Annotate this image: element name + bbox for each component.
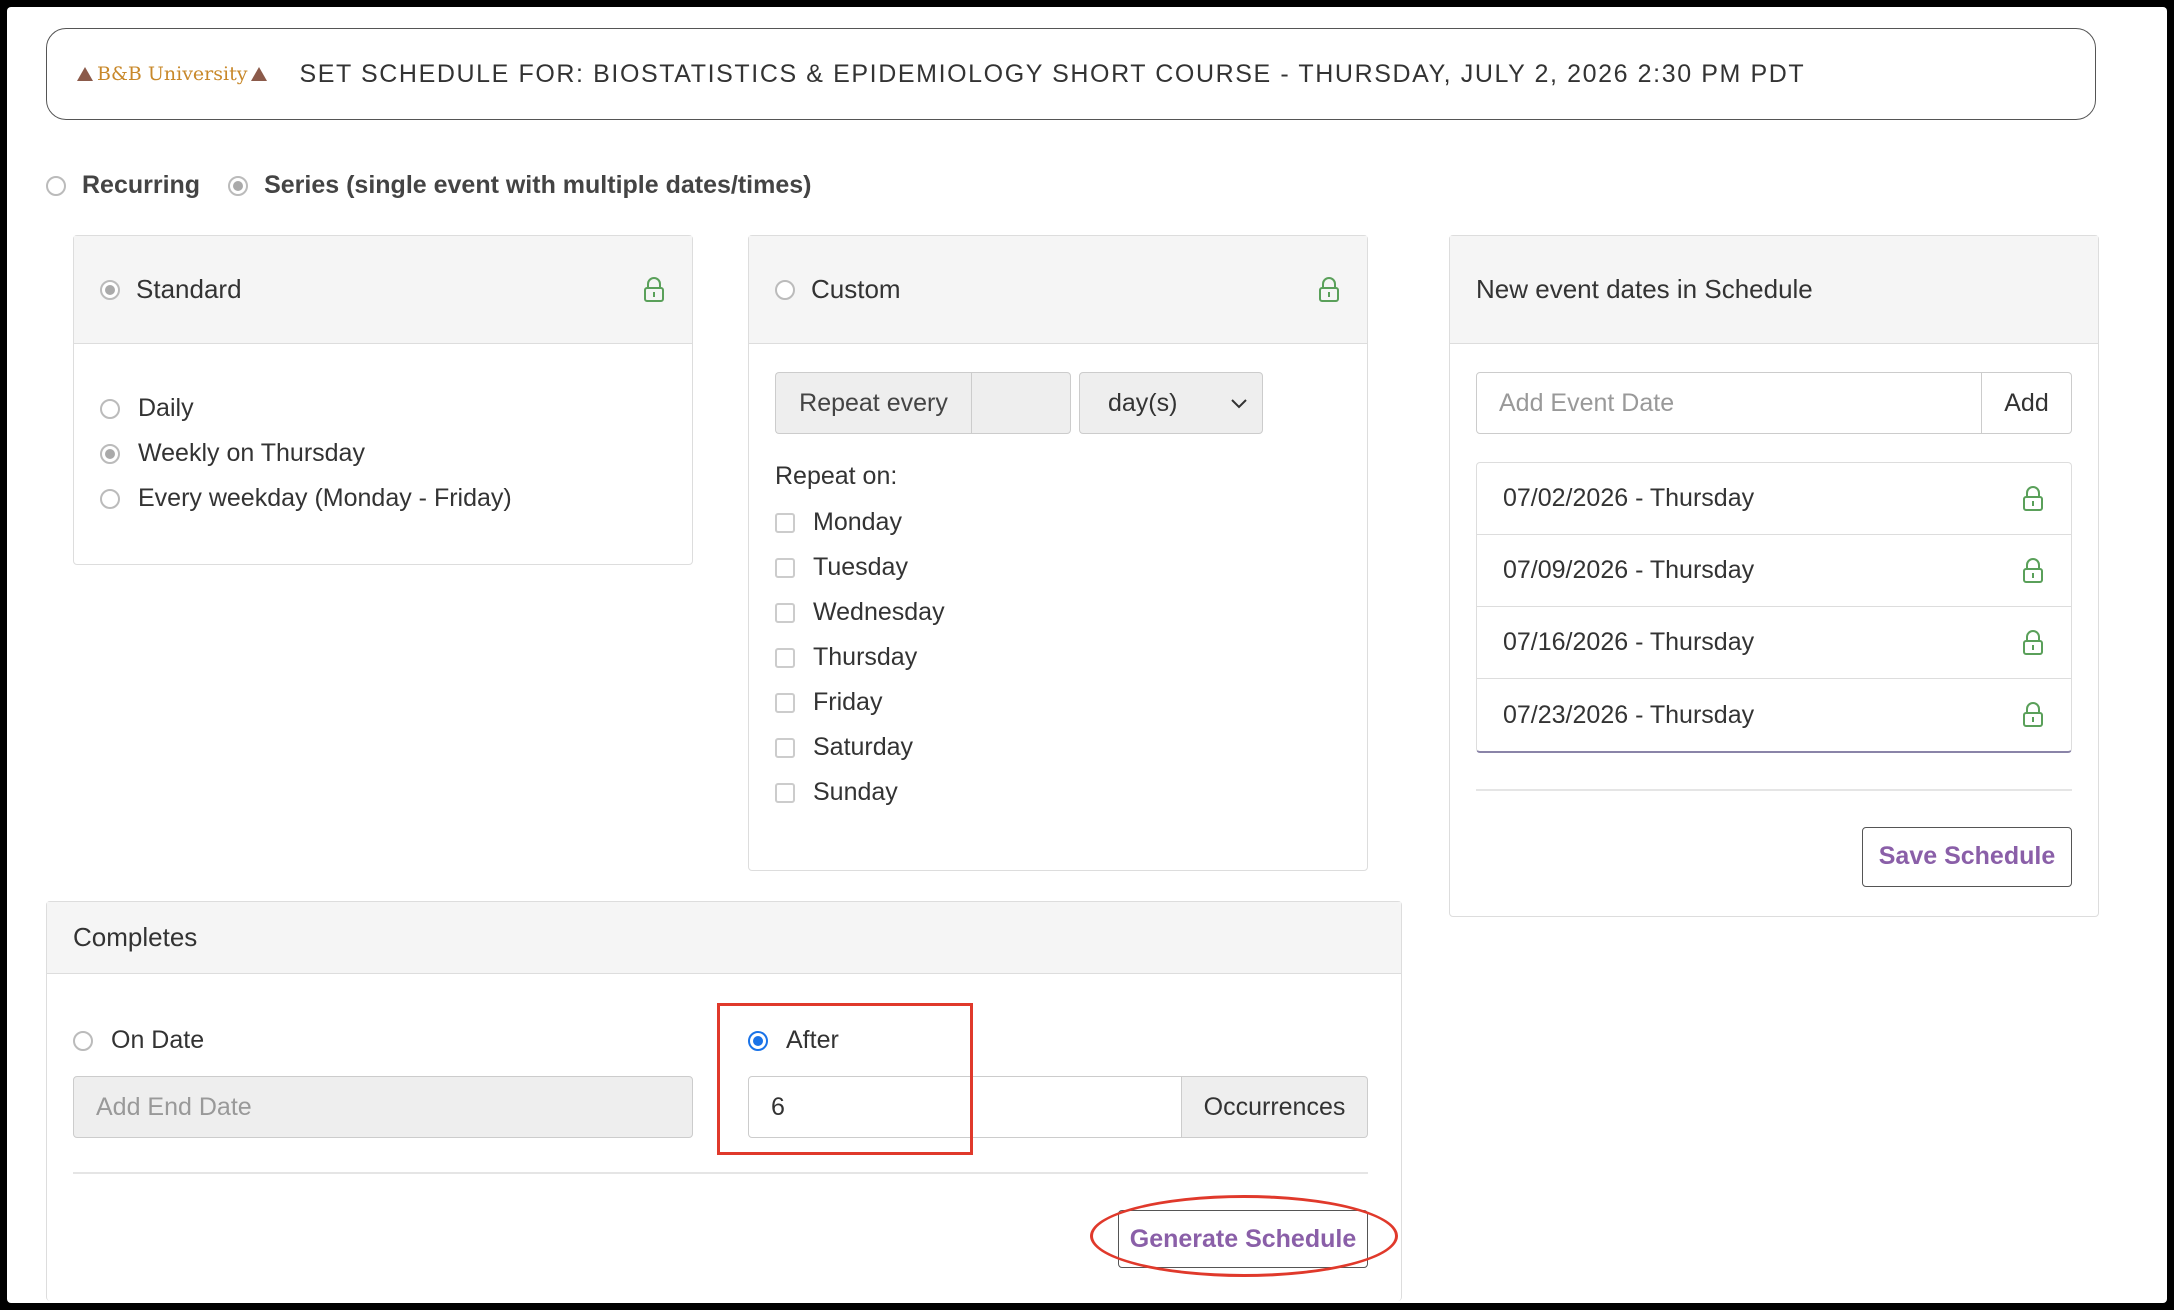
event-dates-list: 07/02/2026 - Thursday 07/09/2026 - Thursd… — [1476, 462, 2072, 753]
lock-icon — [2023, 485, 2043, 511]
day-option-sunday[interactable]: Sunday — [775, 770, 1341, 815]
daily-radio[interactable] — [100, 398, 120, 419]
custom-radio[interactable] — [775, 279, 795, 300]
add-date-group: Add Event Date Add — [1476, 372, 2072, 434]
day-checkbox[interactable] — [775, 782, 795, 803]
day-label: Wednesday — [813, 598, 945, 626]
series-label: Series (single event with multiple dates… — [264, 171, 812, 199]
option-daily[interactable]: Daily — [100, 386, 666, 431]
logo-text: B&B University — [97, 63, 248, 85]
repeat-every-group: Repeat every day(s) — [775, 372, 1341, 434]
logo-triangle-right-icon — [251, 67, 268, 81]
repeat-unit-value: day(s) — [1108, 388, 1178, 417]
day-checkbox[interactable] — [775, 602, 795, 623]
day-option-saturday[interactable]: Saturday — [775, 725, 1341, 770]
add-date-button[interactable]: Add — [1982, 372, 2072, 434]
on-date-option[interactable]: On Date — [73, 1018, 204, 1063]
schedule-panel: New event dates in Schedule Add Event Da… — [1449, 235, 2099, 917]
day-checkbox[interactable] — [775, 647, 795, 668]
day-option-tuesday[interactable]: Tuesday — [775, 545, 1341, 590]
day-checkbox[interactable] — [775, 737, 795, 758]
series-option[interactable]: Series (single event with multiple dates… — [228, 171, 811, 200]
page: B&B University SET SCHEDULE FOR: BIOSTAT… — [7, 7, 2167, 1303]
daily-label: Daily — [138, 394, 194, 422]
day-label: Friday — [813, 688, 883, 716]
completes-panel-header: Completes — [47, 902, 1401, 974]
on-date-radio[interactable] — [73, 1030, 93, 1051]
repeat-every-input[interactable] — [971, 372, 1071, 434]
day-checkbox[interactable] — [775, 692, 795, 713]
repeat-unit-select[interactable]: day(s) — [1079, 372, 1263, 434]
weekly-radio[interactable] — [100, 443, 120, 464]
standard-panel: Standard Daily Weekly on Thursday Every … — [73, 235, 693, 565]
schedule-panel-header: New event dates in Schedule — [1450, 236, 2098, 344]
weekly-label: Weekly on Thursday — [138, 439, 365, 467]
option-weekday[interactable]: Every weekday (Monday - Friday) — [100, 476, 666, 521]
day-label: Saturday — [813, 733, 914, 761]
recurring-label: Recurring — [82, 171, 201, 199]
lock-icon — [1319, 276, 1339, 302]
divider — [1476, 789, 2072, 791]
event-date-item[interactable]: 07/02/2026 - Thursday — [1477, 463, 2071, 535]
weekday-radio[interactable] — [100, 488, 120, 509]
schedule-title: New event dates in Schedule — [1476, 274, 1813, 304]
day-checkbox[interactable] — [775, 557, 795, 578]
schedule-mode-group: Recurring Series (single event with mult… — [46, 171, 839, 200]
highlight-box-annotation — [717, 1003, 973, 1155]
on-date-label: On Date — [111, 1026, 205, 1054]
standard-radio[interactable] — [100, 279, 120, 300]
lock-icon — [2023, 702, 2043, 727]
custom-title: Custom — [811, 274, 901, 304]
repeat-days-list: Monday Tuesday Wednesday Thursday Friday Satu… — [775, 500, 1341, 815]
occurrences-label: Occurrences — [1182, 1076, 1368, 1138]
event-date-label: 07/09/2026 - Thursday — [1503, 556, 1755, 584]
highlight-ellipse-annotation — [1090, 1195, 1398, 1277]
recurring-radio[interactable] — [46, 175, 66, 196]
lock-icon — [2023, 557, 2043, 583]
event-date-item[interactable]: 07/09/2026 - Thursday — [1477, 535, 2071, 607]
event-date-label: 07/16/2026 - Thursday — [1503, 628, 1755, 656]
chevron-down-icon — [1231, 399, 1247, 409]
lock-icon — [2023, 629, 2043, 655]
day-checkbox[interactable] — [775, 512, 795, 533]
lock-icon — [644, 276, 664, 302]
university-logo: B&B University — [77, 63, 268, 85]
custom-panel: Custom Repeat every day(s) Repeat on: Mo… — [748, 235, 1368, 871]
day-label: Monday — [813, 508, 902, 536]
custom-panel-header: Custom — [749, 236, 1367, 344]
save-schedule-button[interactable]: Save Schedule — [1862, 826, 2072, 887]
option-weekly[interactable]: Weekly on Thursday — [100, 431, 666, 476]
weekday-label: Every weekday (Monday - Friday) — [138, 484, 512, 512]
day-option-thursday[interactable]: Thursday — [775, 635, 1341, 680]
repeat-on-label: Repeat on: — [775, 462, 898, 490]
day-label: Thursday — [813, 643, 918, 671]
event-date-label: 07/23/2026 - Thursday — [1503, 700, 1755, 729]
add-event-date-input[interactable]: Add Event Date — [1476, 372, 1982, 434]
standard-title: Standard — [136, 274, 242, 304]
completes-title: Completes — [73, 922, 198, 952]
header-bar: B&B University SET SCHEDULE FOR: BIOSTAT… — [46, 28, 2096, 120]
recurring-option[interactable]: Recurring — [46, 171, 200, 200]
event-date-label: 07/02/2026 - Thursday — [1503, 484, 1755, 512]
day-label: Sunday — [813, 778, 898, 806]
day-option-wednesday[interactable]: Wednesday — [775, 590, 1341, 635]
repeat-every-label: Repeat every — [775, 372, 971, 434]
day-option-friday[interactable]: Friday — [775, 680, 1341, 725]
logo-triangle-left-icon — [77, 67, 93, 81]
day-option-monday[interactable]: Monday — [775, 500, 1341, 545]
event-date-item[interactable]: 07/16/2026 - Thursday — [1477, 607, 2071, 679]
end-date-input[interactable]: Add End Date — [73, 1076, 693, 1138]
divider — [73, 1172, 1368, 1174]
series-radio[interactable] — [228, 175, 249, 196]
day-label: Tuesday — [813, 553, 908, 581]
event-date-item[interactable]: 07/23/2026 - Thursday — [1477, 679, 2071, 751]
standard-panel-header: Standard — [74, 236, 692, 344]
page-title: SET SCHEDULE FOR: BIOSTATISTICS & EPIDEM… — [299, 59, 1806, 88]
